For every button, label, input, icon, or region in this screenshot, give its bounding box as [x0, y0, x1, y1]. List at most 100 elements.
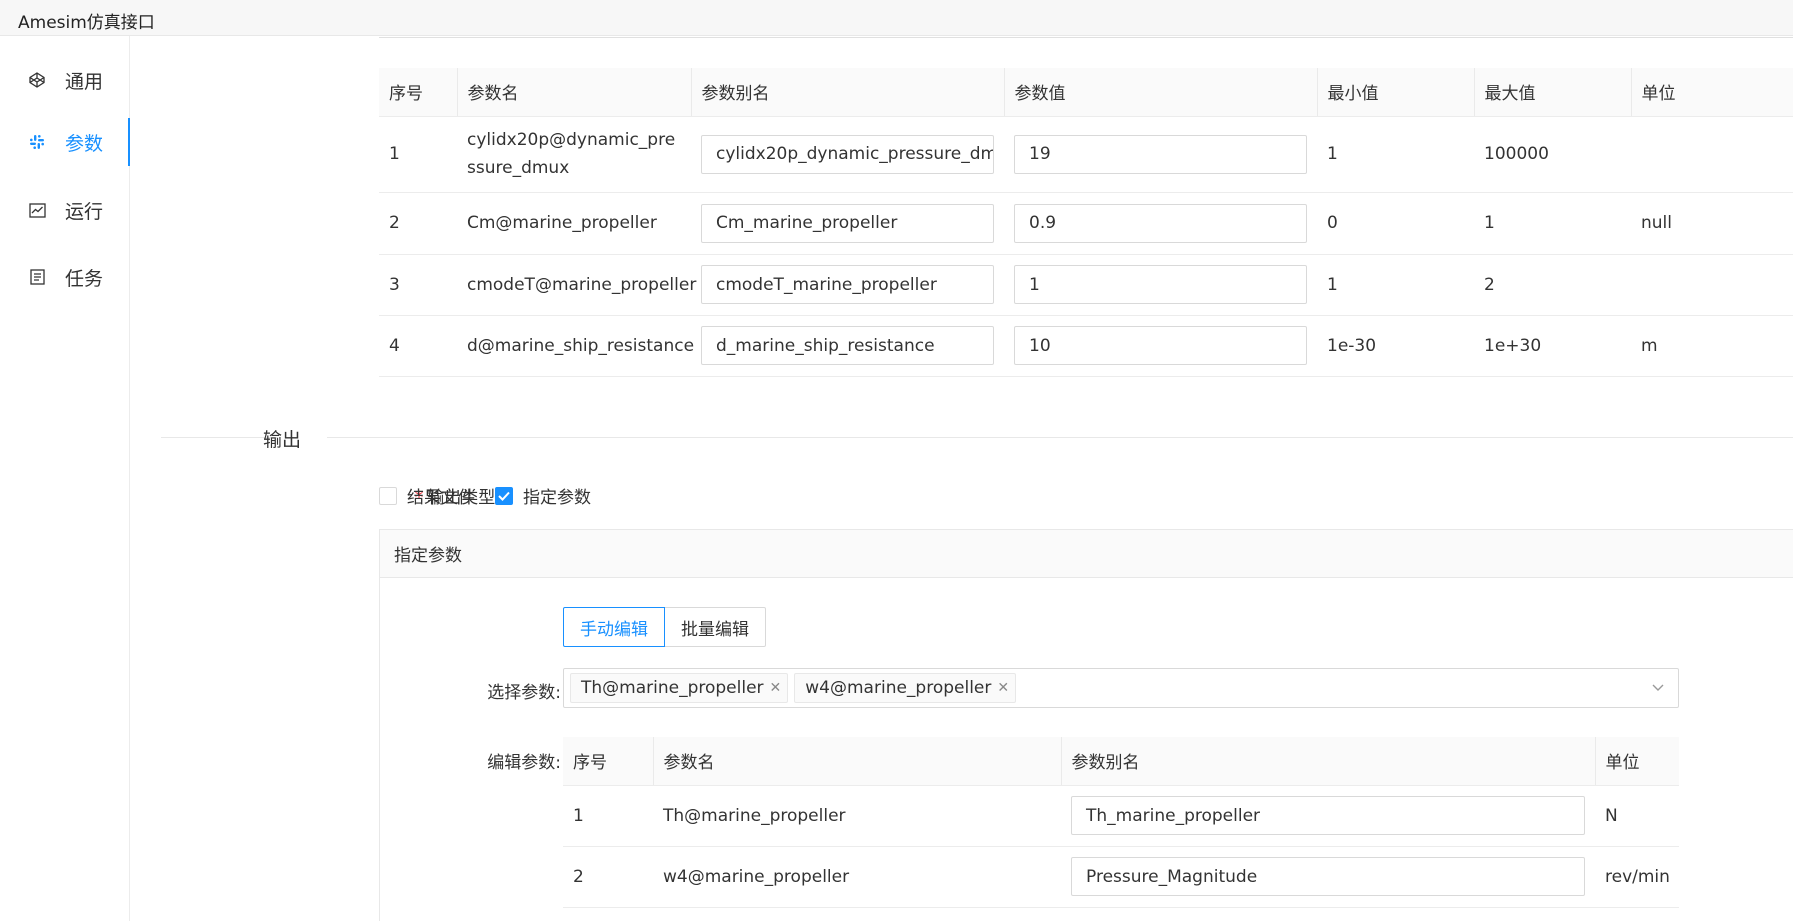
- param-value-input[interactable]: 0.9: [1014, 203, 1307, 243]
- param-alias-input[interactable]: Th_marine_propeller: [1071, 796, 1585, 835]
- codepen-icon: [27, 70, 47, 90]
- param-alias-cell: d_marine_ship_resistance: [691, 315, 1004, 377]
- table-header-row: 序号 参数名 参数别名 参数值 最小值 最大值 单位: [379, 68, 1793, 117]
- param-name: d@marine_ship_resistance: [457, 315, 694, 377]
- output-type-group: 结果文件 指定参数: [379, 483, 611, 508]
- param-min: 0: [1317, 192, 1474, 255]
- params-table: 序号 参数名 参数别名 参数值 最小值 最大值 单位 1 cylidx20p@d…: [379, 68, 1793, 377]
- output-section-title: 输出: [263, 429, 302, 451]
- row-index: 1: [563, 785, 653, 847]
- param-name: Th@marine_propeller: [653, 785, 1061, 847]
- edit-mode-toggle: 手动编辑 批量编辑: [563, 607, 766, 647]
- param-value-cell: 0.9: [1004, 192, 1317, 255]
- row-index: 2: [563, 846, 653, 908]
- select-params-label: 选择参数:: [487, 683, 561, 703]
- column-header: 最大值: [1473, 68, 1631, 117]
- table-header-row: 序号 参数名 参数别名 单位: [563, 737, 1679, 786]
- divider: [161, 437, 277, 438]
- param-min: 1: [1317, 116, 1474, 193]
- sidebar-item-label: 任务: [65, 267, 104, 290]
- tag-label: w4@marine_propeller: [805, 678, 992, 698]
- param-alias-input[interactable]: cmodeT_marine_propeller: [701, 265, 994, 304]
- close-icon[interactable]: ✕: [770, 680, 782, 696]
- row-index: 4: [379, 315, 457, 377]
- checkbox-box[interactable]: [379, 486, 397, 505]
- column-header: 参数别名: [690, 68, 1004, 117]
- param-max: 100000: [1474, 116, 1631, 193]
- batch-edit-button[interactable]: 批量编辑: [665, 607, 766, 647]
- param-alias-cell: Pressure_Magnitude: [1061, 846, 1595, 908]
- sidebar-item-run[interactable]: 运行: [0, 186, 130, 234]
- param-value-cell: 19: [1004, 116, 1317, 193]
- param-value-cell: 1: [1004, 254, 1317, 316]
- sidebar-item-params[interactable]: 参数: [0, 118, 130, 166]
- param-multiselect[interactable]: Th@marine_propeller ✕ w4@marine_propeller…: [563, 668, 1679, 708]
- param-max: 1e+30: [1474, 315, 1631, 377]
- column-header: 参数别名: [1060, 737, 1595, 786]
- manual-edit-button[interactable]: 手动编辑: [563, 607, 665, 647]
- column-header: 参数值: [1003, 68, 1317, 117]
- param-alias-cell: cmodeT_marine_propeller: [691, 254, 1004, 316]
- param-alias-cell: Cm_marine_propeller: [691, 192, 1004, 255]
- column-header: 单位: [1630, 68, 1793, 117]
- app-title: Amesim仿真接口: [18, 13, 155, 33]
- checkbox-specified-params[interactable]: 指定参数: [495, 483, 591, 508]
- checkbox-box[interactable]: [495, 486, 513, 505]
- param-alias-input[interactable]: cylidx20p_dynamic_pressure_dmux: [701, 134, 994, 174]
- param-name: Cm@marine_propeller: [457, 192, 691, 255]
- check-icon: [498, 491, 510, 501]
- column-header: 序号: [563, 737, 653, 786]
- chevron-down-icon[interactable]: [1650, 679, 1666, 700]
- param-value-input[interactable]: 10: [1014, 326, 1307, 365]
- table-row: 2 w4@marine_propeller Pressure_Magnitude…: [563, 846, 1679, 908]
- checkbox-label: 指定参数: [523, 488, 591, 508]
- sidebar-item-label: 运行: [65, 200, 104, 223]
- close-icon[interactable]: ✕: [997, 680, 1009, 696]
- sidebar-item-label: 通用: [65, 70, 104, 93]
- param-alias-cell: cylidx20p_dynamic_pressure_dmux: [691, 116, 1004, 193]
- param-alias-cell: Th_marine_propeller: [1061, 785, 1595, 847]
- param-unit: [1631, 254, 1793, 316]
- param-name: cylidx20p@dynamic_pressure_dmux: [457, 116, 691, 193]
- param-value-input[interactable]: 19: [1014, 134, 1307, 174]
- param-alias-input[interactable]: d_marine_ship_resistance: [701, 326, 994, 365]
- checkbox-result-file[interactable]: 结果文件: [379, 483, 475, 508]
- param-min: 1e-30: [1317, 315, 1474, 377]
- param-unit: [1631, 116, 1793, 193]
- table-row: 1 cylidx20p@dynamic_pressure_dmux cylidx…: [379, 116, 1793, 193]
- param-name-text: cylidx20p@dynamic_pressure_dmux: [467, 130, 676, 178]
- main-content: 编辑参数: 序号 参数名 参数别名 参数值 最小值 最大值 单位 1 cylid…: [131, 36, 1793, 921]
- title-bar: Amesim仿真接口: [0, 0, 1793, 36]
- column-header: 最小值: [1316, 68, 1474, 117]
- sidebar-item-general[interactable]: 通用: [0, 56, 130, 104]
- param-alias-input[interactable]: Cm_marine_propeller: [701, 203, 994, 243]
- column-header: 单位: [1594, 737, 1679, 786]
- sidebar: 通用 参数 运行 任务: [0, 36, 130, 921]
- task-list-icon: [27, 267, 47, 287]
- column-header: 参数名: [652, 737, 1061, 786]
- divider: [379, 37, 1793, 38]
- selected-tag: Th@marine_propeller ✕: [570, 673, 789, 703]
- param-unit: m: [1631, 315, 1793, 377]
- checkbox-label: 结果文件: [407, 488, 475, 508]
- param-alias-input[interactable]: Pressure_Magnitude: [1071, 857, 1585, 896]
- param-value-cell: 10: [1004, 315, 1317, 377]
- table-row: 4 d@marine_ship_resistance d_marine_ship…: [379, 315, 1793, 377]
- slack-icon: [27, 132, 47, 152]
- selected-tag: w4@marine_propeller ✕: [794, 673, 1017, 703]
- divider: [327, 437, 1793, 438]
- sidebar-item-tasks[interactable]: 任务: [0, 253, 130, 301]
- param-name: w4@marine_propeller: [653, 846, 1061, 908]
- row-index: 2: [379, 192, 457, 255]
- param-value-input[interactable]: 1: [1014, 265, 1307, 304]
- param-name: cmodeT@marine_propeller: [457, 254, 696, 316]
- param-unit: N: [1595, 785, 1679, 847]
- output-params-table: 序号 参数名 参数别名 单位 1 Th@marine_propeller Th_…: [563, 737, 1679, 908]
- line-chart-icon: [27, 200, 47, 220]
- column-header: 序号: [379, 68, 457, 117]
- column-header: 参数名: [456, 68, 691, 117]
- table-row: 3 cmodeT@marine_propeller cmodeT_marine_…: [379, 254, 1793, 316]
- param-min: 1: [1317, 254, 1474, 316]
- param-unit: rev/min: [1595, 846, 1679, 908]
- row-index: 1: [379, 116, 457, 193]
